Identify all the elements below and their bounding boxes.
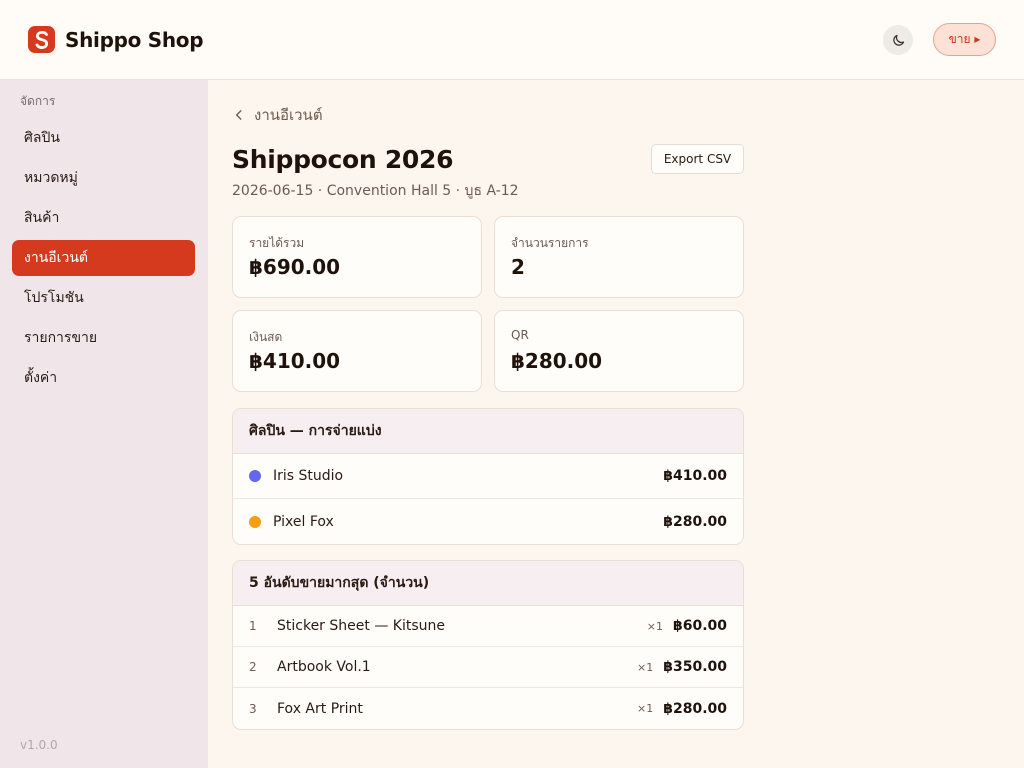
rank-number: 3 xyxy=(249,701,257,716)
top-sellers-panel: 5 อันดับขายมากสุด (จำนวน) 1 Sticker Shee… xyxy=(232,560,744,730)
stat-value: ฿690.00 xyxy=(249,255,341,279)
sidebar-item-products[interactable]: สินค้า xyxy=(12,200,195,236)
product-amount: ฿280.00 xyxy=(663,700,727,717)
product-name: Fox Art Print xyxy=(277,700,363,717)
product-amount: ฿350.00 xyxy=(663,659,727,675)
sell-button[interactable]: ขาย ▸ xyxy=(933,23,996,56)
stat-value: 2 xyxy=(511,255,525,279)
artist-color-dot xyxy=(249,470,261,482)
quantity: ×1 xyxy=(646,619,663,633)
stat-card-order-count: จำนวนรายการ 2 xyxy=(494,216,744,298)
brand[interactable]: Shippo Shop xyxy=(28,26,204,53)
stat-value: ฿410.00 xyxy=(249,349,341,373)
quantity: ×1 xyxy=(637,660,654,674)
list-item: Iris Studio ฿410.00 xyxy=(233,454,743,499)
artist-amount: ฿280.00 xyxy=(663,513,727,530)
panel-title: ศิลปิน — การจ่ายแบ่ง xyxy=(233,409,743,454)
rank-number: 2 xyxy=(249,660,257,674)
artist-name: Pixel Fox xyxy=(273,513,334,530)
artist-name: Iris Studio xyxy=(273,468,344,484)
list-item: 3 Fox Art Print ×1 ฿280.00 xyxy=(233,688,743,729)
product-amount: ฿60.00 xyxy=(672,618,727,634)
product-name: Artbook Vol.1 xyxy=(277,659,371,675)
chevron-left-icon xyxy=(235,110,242,120)
stat-label: เงินสด xyxy=(249,330,283,344)
stat-label: QR xyxy=(511,328,529,342)
artist-amount: ฿410.00 xyxy=(663,468,727,484)
version-label: v1.0.0 xyxy=(20,738,58,752)
artist-split-panel: ศิลปิน — การจ่ายแบ่ง Iris Studio ฿410.00… xyxy=(232,408,744,545)
back-link-label: งานอีเวนต์ xyxy=(254,106,323,124)
panel-title: 5 อันดับขายมากสุด (จำนวน) xyxy=(233,561,743,606)
list-item: 2 Artbook Vol.1 ×1 ฿350.00 xyxy=(233,647,743,688)
artist-color-dot xyxy=(249,515,261,528)
stat-card-total-revenue: รายได้รวม ฿690.00 xyxy=(232,216,482,298)
list-item: 1 Sticker Sheet — Kitsune ×1 ฿60.00 xyxy=(233,606,743,647)
theme-toggle-button[interactable] xyxy=(883,25,913,55)
page-title: Shippocon 2026 xyxy=(232,145,454,174)
sidebar-item-settings[interactable]: ตั้งค่า xyxy=(12,360,195,396)
list-item: Pixel Fox ฿280.00 xyxy=(233,499,743,544)
back-link[interactable]: งานอีเวนต์ xyxy=(232,103,323,127)
sidebar-item-events[interactable]: งานอีเวนต์ xyxy=(12,240,195,276)
quantity: ×1 xyxy=(637,702,654,715)
shop-logo-icon xyxy=(28,26,55,53)
brand-name: Shippo Shop xyxy=(65,27,204,52)
sidebar: จัดการ ศิลปิน หมวดหมู่ สินค้า งานอีเวนต์… xyxy=(0,80,208,768)
app-header: Shippo Shop ขาย ▸ xyxy=(0,0,1024,80)
stat-label: รายได้รวม xyxy=(249,236,305,250)
moon-icon xyxy=(892,34,904,46)
sidebar-item-categories[interactable]: หมวดหมู่ xyxy=(12,160,195,196)
rank-number: 1 xyxy=(249,619,257,633)
sidebar-nav: ศิลปิน หมวดหมู่ สินค้า งานอีเวนต์ โปรโมช… xyxy=(12,120,195,400)
event-details: 2026-06-15 · Convention Hall 5 · บูธ A-1… xyxy=(232,183,519,199)
stat-value: ฿280.00 xyxy=(511,349,603,373)
sidebar-item-sales[interactable]: รายการขาย xyxy=(12,320,195,356)
product-name: Sticker Sheet — Kitsune xyxy=(277,618,445,634)
stat-card-qr: QR ฿280.00 xyxy=(494,310,744,392)
stat-label: จำนวนรายการ xyxy=(511,236,589,250)
sidebar-heading: จัดการ xyxy=(20,94,56,108)
sidebar-item-artists[interactable]: ศิลปิน xyxy=(12,120,195,156)
export-csv-button[interactable]: Export CSV xyxy=(651,144,744,174)
sidebar-item-promotions[interactable]: โปรโมชัน xyxy=(12,280,195,316)
stat-card-cash: เงินสด ฿410.00 xyxy=(232,310,482,392)
